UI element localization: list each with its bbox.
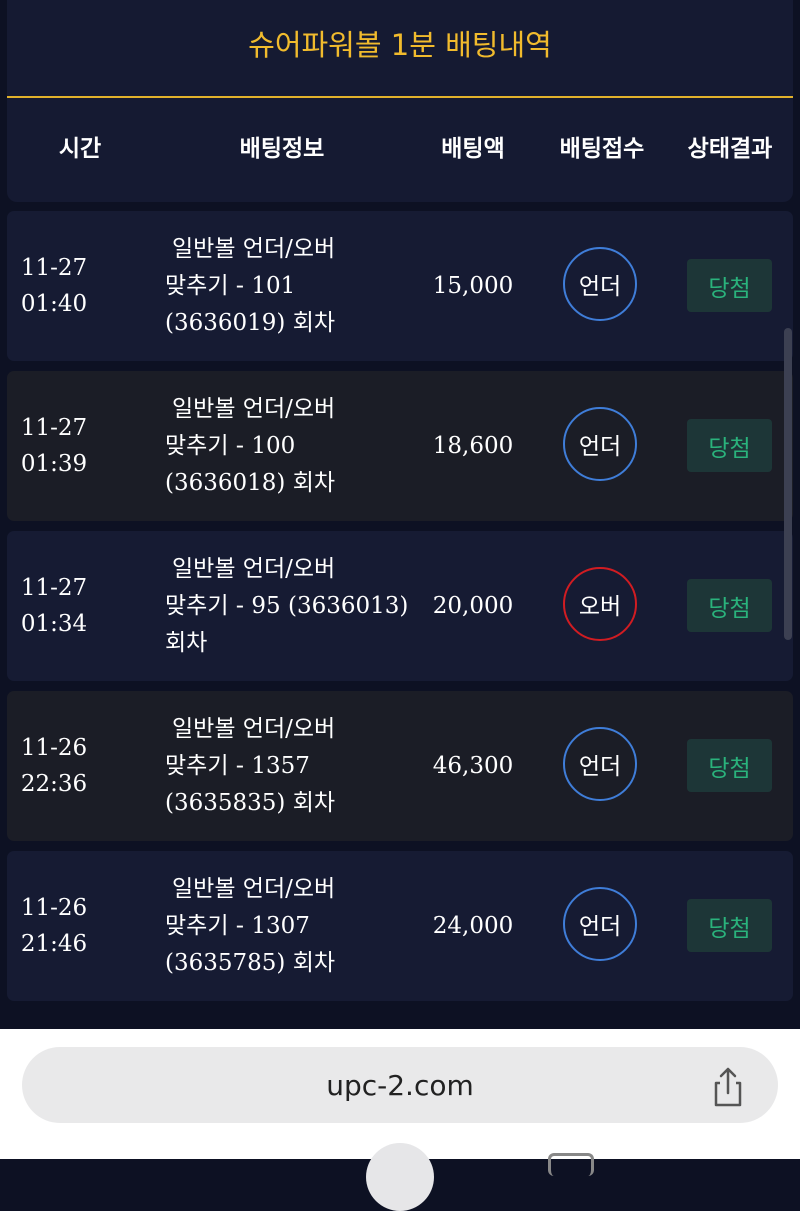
bet-time: 11-26 21:46 bbox=[17, 851, 91, 1001]
bet-date: 11-26 bbox=[20, 735, 88, 761]
bet-clock: 01:39 bbox=[20, 451, 88, 477]
bet-amount: 15,000 bbox=[432, 273, 514, 299]
column-header-amount: 배팅액 bbox=[441, 136, 505, 162]
bet-date: 11-27 bbox=[20, 255, 88, 281]
bet-info: 일반볼 언더/오버 맞추기 - 101 (3636019) 회차 bbox=[165, 231, 415, 342]
bet-time: 11-27 01:40 bbox=[17, 211, 91, 361]
bet-info: 일반볼 언더/오버 맞추기 - 1307 (3635785) 회차 bbox=[165, 871, 415, 982]
bet-info-prefix: 맞추기 - bbox=[165, 913, 252, 939]
bet-info-id: (3636018) 회차 bbox=[165, 465, 415, 502]
bet-info-round: 맞추기 - 1357 bbox=[165, 748, 415, 785]
page-title: 슈어파워볼 1분 배팅내역 bbox=[248, 28, 552, 62]
bet-info-type: 일반볼 언더/오버 bbox=[172, 876, 336, 902]
header-card: 슈어파워볼 1분 배팅내역 시간 배팅정보 배팅액 배팅접수 상태결과 bbox=[7, 0, 793, 202]
bet-info-round-id: (3635835) bbox=[165, 790, 286, 816]
bet-info-prefix: 맞추기 - bbox=[165, 753, 252, 779]
bet-info-round-id: (3635785) bbox=[165, 950, 286, 976]
bet-time: 11-27 01:39 bbox=[17, 371, 91, 521]
bet-amount: 46,300 bbox=[432, 753, 514, 779]
nav-button-icon[interactable] bbox=[366, 1143, 434, 1211]
bet-info-round: 맞추기 - 95 (3636013) bbox=[165, 588, 415, 625]
bet-info-round: 맞추기 - 101 bbox=[165, 268, 415, 305]
result-badge: 당첨 bbox=[687, 419, 772, 472]
bet-info-prefix: 맞추기 - bbox=[165, 433, 252, 459]
bet-info-type: 일반볼 언더/오버 bbox=[172, 716, 336, 742]
bet-date: 11-27 bbox=[20, 575, 88, 601]
bet-info-suffix: 회차 bbox=[285, 790, 336, 816]
bet-amount: 24,000 bbox=[432, 913, 514, 939]
pick-badge: 언더 bbox=[563, 727, 637, 801]
bet-row: 11-26 22:36 일반볼 언더/오버 맞추기 - 1357 (363583… bbox=[7, 691, 793, 841]
bet-clock: 01:40 bbox=[20, 291, 88, 317]
bet-row: 11-27 01:39 일반볼 언더/오버 맞추기 - 100 (3636018… bbox=[7, 371, 793, 521]
browser-toolbar: upc-2.com bbox=[0, 1029, 800, 1211]
scrollbar[interactable] bbox=[784, 328, 792, 640]
bet-info-id: 회차 bbox=[165, 625, 415, 662]
bet-info-suffix: 회차 bbox=[285, 950, 336, 976]
address-bar[interactable]: upc-2.com bbox=[22, 1047, 778, 1123]
url-text[interactable]: upc-2.com bbox=[22, 1047, 778, 1123]
bet-info-number: 100 bbox=[251, 433, 296, 459]
pick-badge: 언더 bbox=[563, 247, 637, 321]
bet-amount: 18,600 bbox=[432, 433, 514, 459]
result-badge: 당첨 bbox=[687, 899, 772, 952]
bet-info-suffix: 회차 bbox=[285, 310, 336, 336]
pick-badge: 언더 bbox=[563, 887, 637, 961]
share-icon[interactable] bbox=[706, 1065, 750, 1109]
bet-info-type: 일반볼 언더/오버 bbox=[172, 236, 336, 262]
bet-info-id: (3636019) 회차 bbox=[165, 305, 415, 342]
bet-date: 11-27 bbox=[20, 415, 88, 441]
bet-row: 11-27 01:40 일반볼 언더/오버 맞추기 - 101 (3636019… bbox=[7, 211, 793, 361]
bet-amount: 20,000 bbox=[432, 593, 514, 619]
bet-clock: 01:34 bbox=[20, 611, 88, 637]
bet-time: 11-27 01:34 bbox=[17, 531, 91, 681]
pick-badge: 언더 bbox=[563, 407, 637, 481]
bet-info-round: 맞추기 - 100 bbox=[165, 428, 415, 465]
bet-info: 일반볼 언더/오버 맞추기 - 95 (3636013) 회차 bbox=[165, 551, 415, 662]
bet-info-type: 일반볼 언더/오버 bbox=[172, 556, 336, 582]
bet-info-id: (3635785) 회차 bbox=[165, 945, 415, 982]
bet-info-type: 일반볼 언더/오버 bbox=[172, 396, 336, 422]
bet-info-prefix: 맞추기 - bbox=[165, 593, 252, 619]
bet-info-number: 1357 bbox=[251, 753, 310, 779]
bet-info-number: 101 bbox=[251, 273, 296, 299]
bet-time: 11-26 22:36 bbox=[17, 691, 91, 841]
bet-info-number: 1307 bbox=[251, 913, 310, 939]
bet-info-number: 95 (3636013) bbox=[251, 593, 409, 619]
bet-info-round: 맞추기 - 1307 bbox=[165, 908, 415, 945]
column-header-info: 배팅정보 bbox=[239, 136, 325, 162]
tabs-icon[interactable] bbox=[548, 1153, 594, 1176]
bet-clock: 21:46 bbox=[20, 931, 88, 957]
column-header-pick: 배팅접수 bbox=[559, 136, 645, 162]
bet-info-round-id: (3636019) bbox=[165, 310, 286, 336]
bet-info-round-id: (3636018) bbox=[165, 470, 286, 496]
bet-info-suffix: 회차 bbox=[165, 630, 208, 656]
bet-info-prefix: 맞추기 - bbox=[165, 273, 252, 299]
pick-badge: 오버 bbox=[563, 567, 637, 641]
column-header-result: 상태결과 bbox=[687, 136, 773, 162]
bet-info: 일반볼 언더/오버 맞추기 - 100 (3636018) 회차 bbox=[165, 391, 415, 502]
result-badge: 당첨 bbox=[687, 739, 772, 792]
bet-info-suffix: 회차 bbox=[285, 470, 336, 496]
result-badge: 당첨 bbox=[687, 579, 772, 632]
bet-clock: 22:36 bbox=[20, 771, 88, 797]
bet-row: 11-26 21:46 일반볼 언더/오버 맞추기 - 1307 (363578… bbox=[7, 851, 793, 1001]
title-divider bbox=[7, 96, 793, 98]
bet-date: 11-26 bbox=[20, 895, 88, 921]
bet-row: 11-27 01:34 일반볼 언더/오버 맞추기 - 95 (3636013)… bbox=[7, 531, 793, 681]
column-header-time: 시간 bbox=[58, 136, 102, 162]
result-badge: 당첨 bbox=[687, 259, 772, 312]
bet-info-id: (3635835) 회차 bbox=[165, 785, 415, 822]
bet-info: 일반볼 언더/오버 맞추기 - 1357 (3635835) 회차 bbox=[165, 711, 415, 822]
